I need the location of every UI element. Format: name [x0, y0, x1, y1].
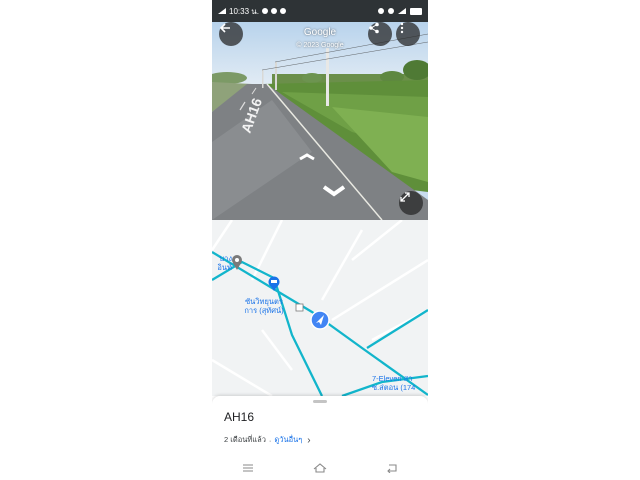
street-view-copyright: © 2023 Google — [296, 42, 344, 49]
system-nav-bar — [212, 456, 428, 480]
expand-icon — [400, 192, 410, 202]
cell-signal-icon — [398, 8, 406, 14]
imagery-date-row[interactable]: 2 เดือนที่แล้ว · ดูวันอื่นๆ › — [224, 434, 311, 446]
chevron-right-icon: › — [307, 434, 311, 446]
share-button[interactable] — [368, 22, 392, 46]
arrow-back-icon — [219, 23, 230, 33]
signal-icon — [218, 8, 226, 14]
map-label-seven-eleven[interactable]: 7-Eleven สา ซ.ส่ตอน (174 — [372, 374, 428, 392]
building-icon — [295, 303, 304, 312]
bottom-sheet[interactable]: AH16 2 เดือนที่แล้ว · ดูวันอื่นๆ › — [212, 396, 428, 456]
street-view-panorama[interactable]: AH16 Google © 2023 Google — [212, 22, 428, 220]
home-icon — [313, 463, 327, 473]
back-nav-button[interactable] — [382, 461, 402, 475]
wifi-icon — [388, 8, 394, 14]
imagery-date: 2 เดือนที่แล้ว — [224, 435, 266, 444]
location-marker-icon — [310, 310, 330, 330]
recents-button[interactable] — [238, 461, 258, 475]
map-label-place[interactable]: บาง อินท์ — [212, 254, 232, 272]
notification-icon-3 — [279, 8, 286, 14]
home-button[interactable] — [310, 461, 330, 475]
more-vert-icon — [400, 22, 404, 34]
location-status-icon — [378, 8, 384, 14]
recents-icon — [243, 464, 253, 472]
battery-icon — [410, 7, 422, 15]
status-bar: 10:33 น. — [212, 0, 428, 22]
status-time: 10:33 น. — [229, 6, 259, 16]
phone-screen: 10:33 น. AH16 Google © 2023 Google บาง อ… — [212, 0, 428, 480]
expand-button[interactable] — [399, 191, 423, 215]
street-view-scene: AH16 — [212, 22, 428, 220]
map-view[interactable]: บาง อินท์ ซันวิทยุนตร การ (สุทัศน์) 7-Elev… — [212, 220, 428, 396]
road-name-title: AH16 — [224, 410, 255, 424]
notification-icon-2 — [270, 8, 277, 14]
notification-icon — [261, 8, 268, 14]
back-button[interactable] — [219, 22, 243, 46]
more-options-button[interactable] — [396, 22, 420, 46]
map-label-dealer[interactable]: ซันวิทยุนตร การ (สุทัศน์) — [234, 297, 294, 315]
meta-separator: · — [268, 435, 272, 445]
see-more-dates-link[interactable]: ดูวันอื่นๆ — [274, 434, 302, 446]
sheet-drag-handle[interactable] — [313, 400, 327, 403]
back-icon — [387, 464, 397, 473]
share-icon — [369, 22, 379, 34]
